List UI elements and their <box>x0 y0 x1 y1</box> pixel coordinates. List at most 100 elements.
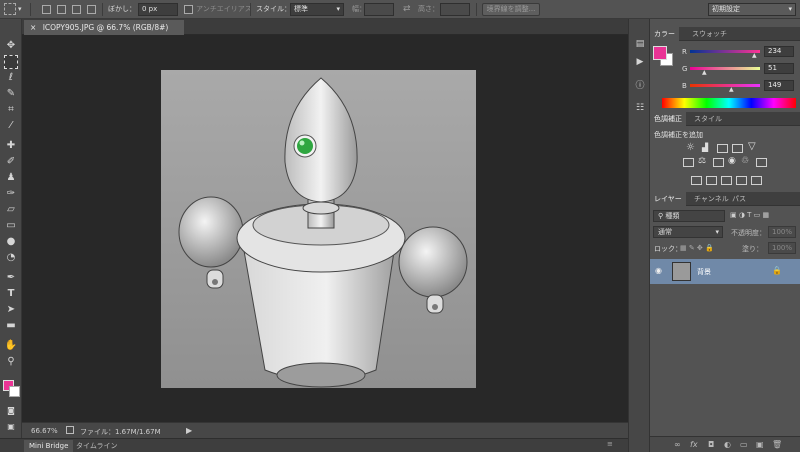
tab-mini-bridge[interactable]: Mini Bridge <box>24 440 74 452</box>
quick-select-tool-icon[interactable]: ✎ <box>4 87 18 101</box>
crop-tool-icon[interactable]: ⌗ <box>4 103 18 117</box>
workspace-select[interactable]: 初期設定 ▾ <box>708 3 796 16</box>
clone-stamp-tool-icon[interactable]: ♟ <box>4 171 18 185</box>
layer-row[interactable]: ◉ 背景 🔒 <box>650 259 800 284</box>
fill-input[interactable]: 100% <box>768 242 796 254</box>
tab-adjustments[interactable]: 色調補正 <box>650 112 686 126</box>
channel-mixer-icon[interactable]: ♲ <box>741 156 749 166</box>
eye-icon[interactable]: ◉ <box>655 266 662 275</box>
g-slider-thumb-icon[interactable]: ▲ <box>702 69 707 76</box>
proof-icon[interactable] <box>66 426 74 434</box>
panel-menu-icon[interactable]: ≡ <box>607 440 613 448</box>
antialias-checkbox[interactable] <box>184 5 193 14</box>
exposure-icon[interactable] <box>732 144 743 153</box>
layer-mask-icon[interactable]: ◘ <box>708 440 714 449</box>
r-slider[interactable] <box>690 50 760 53</box>
posterize-icon[interactable] <box>706 176 717 185</box>
tab-paths[interactable]: パス <box>728 192 750 206</box>
color-spectrum-ramp[interactable] <box>662 98 796 108</box>
rectangle-tool-icon[interactable]: ▬ <box>4 319 18 333</box>
status-menu-arrow-icon[interactable]: ▶ <box>186 426 192 435</box>
tab-styles[interactable]: スタイル <box>690 112 726 126</box>
gradient-map-icon[interactable] <box>736 176 747 185</box>
document-tab[interactable]: × ICOPY905.JPG @ 66.7% (RGB/8#) <box>24 20 184 35</box>
lasso-tool-icon[interactable]: ℓ <box>4 71 18 85</box>
new-selection-icon[interactable] <box>42 5 51 14</box>
tab-channels[interactable]: チャンネル <box>690 192 733 206</box>
pen-tool-icon[interactable]: ✒ <box>4 271 18 285</box>
feather-input[interactable]: 0 px <box>138 3 178 16</box>
rect-marquee-tool-icon[interactable] <box>4 55 18 69</box>
add-selection-icon[interactable] <box>57 5 66 14</box>
marquee-preset-icon[interactable] <box>4 3 16 15</box>
b-slider-thumb-icon[interactable]: ▲ <box>729 86 734 93</box>
healing-brush-tool-icon[interactable]: ✚ <box>4 139 18 153</box>
b-slider[interactable] <box>690 84 760 87</box>
dodge-tool-icon[interactable]: ◔ <box>4 251 18 265</box>
hand-tool-icon[interactable]: ✋ <box>4 339 18 353</box>
history-panel-icon[interactable]: ▤ <box>633 37 647 51</box>
color-balance-icon[interactable]: ⚖ <box>698 156 706 166</box>
history-brush-tool-icon[interactable]: ✑ <box>4 187 18 201</box>
g-value-field[interactable]: 51 <box>764 63 794 74</box>
new-group-icon[interactable]: ▭ <box>740 440 748 449</box>
g-slider[interactable] <box>690 67 760 70</box>
layer-name[interactable]: 背景 <box>697 267 711 277</box>
blur-tool-icon[interactable]: ● <box>4 235 18 249</box>
lock-options-icon[interactable]: ▦ ✎ ✥ 🔒 <box>680 244 714 252</box>
selective-color-icon[interactable] <box>751 176 762 185</box>
vibrance-icon[interactable]: ▽ <box>748 141 756 152</box>
zoom-level[interactable]: 66.67% <box>31 427 58 435</box>
subtract-selection-icon[interactable] <box>72 5 81 14</box>
color-fg-swatch[interactable] <box>653 46 667 60</box>
new-layer-icon[interactable]: ▣ <box>756 440 764 449</box>
blend-mode-select[interactable]: 通常 ▾ <box>653 226 723 238</box>
eyedropper-tool-icon[interactable]: ⁄ <box>4 119 18 133</box>
gradient-tool-icon[interactable]: ▭ <box>4 219 18 233</box>
opacity-input[interactable]: 100% <box>768 226 796 238</box>
intersect-selection-icon[interactable] <box>87 5 96 14</box>
tab-swatches[interactable]: スウォッチ <box>688 27 731 41</box>
tab-timeline[interactable]: タイムライン <box>76 440 118 452</box>
curves-icon[interactable] <box>717 144 728 153</box>
photo-filter-icon[interactable]: ◉ <box>728 156 736 166</box>
r-slider-thumb-icon[interactable]: ▲ <box>752 52 757 59</box>
link-layers-icon[interactable]: ∞ <box>674 440 681 449</box>
threshold-icon[interactable] <box>721 176 732 185</box>
layer-filter-select[interactable]: ⚲ 種類 <box>653 210 725 222</box>
background-color-swatch[interactable] <box>9 386 20 397</box>
width-input[interactable] <box>364 3 394 16</box>
color-lookup-icon[interactable] <box>756 158 767 167</box>
invert-icon[interactable] <box>691 176 702 185</box>
tab-color[interactable]: カラー <box>650 27 679 41</box>
path-select-tool-icon[interactable]: ➤ <box>4 303 18 317</box>
r-value-field[interactable]: 234 <box>764 46 794 57</box>
type-tool-icon[interactable]: T <box>4 287 18 301</box>
preset-dropdown-icon[interactable]: ▾ <box>18 3 22 16</box>
zoom-tool-icon[interactable]: ⚲ <box>4 355 18 369</box>
style-select[interactable]: 標準 ▾ <box>290 3 344 16</box>
swap-icon[interactable]: ⇄ <box>403 3 411 16</box>
refine-edge-button[interactable]: 境界線を調整... <box>482 3 540 16</box>
document-image[interactable] <box>161 70 476 388</box>
actions-panel-icon[interactable]: ▶ <box>633 55 647 69</box>
layer-style-icon[interactable]: fx <box>690 440 698 449</box>
b-value-field[interactable]: 149 <box>764 80 794 91</box>
info-panel-icon[interactable]: ⓘ <box>633 79 647 93</box>
filter-pixel-icon[interactable]: ▣ ◑ T ▭ ▦ <box>730 211 769 219</box>
brush-tool-icon[interactable]: ✐ <box>4 155 18 169</box>
close-icon[interactable]: × <box>30 23 36 32</box>
levels-icon[interactable]: ▟ <box>702 143 708 152</box>
trash-icon[interactable]: 🗑 <box>772 440 782 449</box>
quick-mask-icon[interactable]: ◙ <box>4 404 18 418</box>
black-white-icon[interactable] <box>713 158 724 167</box>
brightness-icon[interactable]: ☼ <box>686 142 695 153</box>
eraser-tool-icon[interactable]: ▱ <box>4 203 18 217</box>
adjustment-layer-icon[interactable]: ◐ <box>724 440 731 449</box>
screen-mode-icon[interactable]: ▣ <box>4 420 18 434</box>
hue-saturation-icon[interactable] <box>683 158 694 167</box>
properties-panel-icon[interactable]: ☷ <box>633 101 647 115</box>
tab-layers[interactable]: レイヤー <box>650 192 686 206</box>
move-tool-icon[interactable]: ✥ <box>4 39 18 53</box>
height-input[interactable] <box>440 3 470 16</box>
